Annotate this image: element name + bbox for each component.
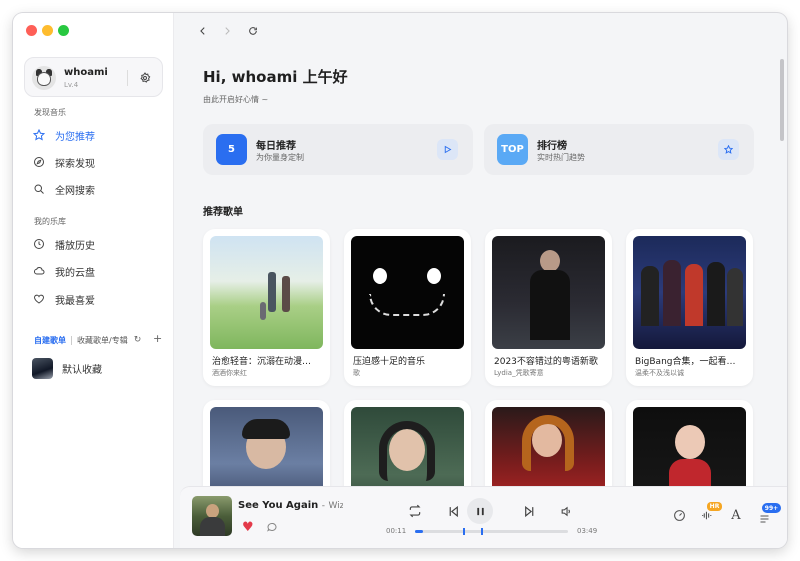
search-icon bbox=[32, 182, 46, 196]
sidebar-item-history[interactable]: 播放历史 bbox=[32, 235, 162, 253]
playlist-title: 压迫感十足的音乐 bbox=[353, 357, 426, 367]
lyrics-font-icon[interactable]: A bbox=[729, 508, 743, 523]
sidebar-item-label: 我的云盘 bbox=[55, 267, 95, 279]
add-playlist-icon[interactable]: + bbox=[153, 332, 162, 345]
playlist-cover bbox=[492, 236, 605, 349]
user-card[interactable]: whoami Lv.4 bbox=[24, 57, 163, 97]
gauge-icon[interactable] bbox=[672, 508, 686, 522]
close-window-button[interactable] bbox=[26, 25, 37, 36]
previous-icon[interactable] bbox=[445, 503, 461, 519]
playlist-card[interactable]: 压迫感十足的音乐 歌 bbox=[344, 229, 471, 386]
scrollbar[interactable] bbox=[780, 59, 784, 141]
quality-badge: HR bbox=[707, 502, 722, 511]
playlist-title: 治愈轻音：沉溺在动漫… bbox=[212, 357, 312, 367]
playlist-creator: Lydia_凭歌寄意 bbox=[494, 369, 544, 377]
now-playing-cover[interactable] bbox=[192, 496, 232, 536]
song-separator: - bbox=[321, 501, 325, 511]
song-artist: Wiz Khalifa bbox=[328, 501, 343, 511]
playlist-name: 默认收藏 bbox=[62, 364, 102, 376]
minimize-window-button[interactable] bbox=[42, 25, 53, 36]
playlist-cover bbox=[351, 236, 464, 349]
sidebar-item-label: 为您推荐 bbox=[55, 131, 95, 143]
feature-subtitle: 为你量身定制 bbox=[256, 153, 304, 162]
sidebar-item-favorites[interactable]: 我最喜爱 bbox=[32, 290, 162, 308]
repeat-icon[interactable] bbox=[407, 503, 423, 519]
charts-card[interactable]: TOP 排行榜 实时热门趋势 bbox=[484, 124, 754, 175]
total-time: 03:49 bbox=[577, 527, 598, 535]
star-icon[interactable] bbox=[718, 139, 739, 160]
playlist-creator: 酒酒你来红 bbox=[212, 369, 247, 377]
playlist-cover bbox=[210, 236, 323, 349]
sidebar-item-label: 探索发现 bbox=[55, 158, 95, 170]
compass-icon bbox=[32, 155, 46, 169]
playlist-queue-icon[interactable] bbox=[756, 512, 772, 526]
back-icon[interactable] bbox=[196, 24, 210, 38]
playlist-thumbnail bbox=[32, 357, 53, 379]
queue-count-badge: 99+ bbox=[762, 503, 781, 513]
playlist-card[interactable]: 治愈轻音：沉溺在动漫… 酒酒你来红 bbox=[203, 229, 330, 386]
sidebar-item-cloud[interactable]: 我的云盘 bbox=[32, 262, 162, 280]
avatar[interactable] bbox=[32, 66, 56, 90]
user-name: whoami bbox=[64, 67, 108, 78]
refresh-icon[interactable] bbox=[246, 24, 260, 38]
cloud-icon bbox=[32, 264, 46, 278]
feature-title: 排行榜 bbox=[537, 141, 567, 152]
now-playing-info[interactable]: See You Again - Wiz Khalifa bbox=[238, 500, 343, 511]
sidebar-item-recommend[interactable]: 为您推荐 bbox=[32, 126, 162, 144]
progress-bar[interactable] bbox=[415, 528, 568, 535]
current-time: 00:11 bbox=[386, 527, 407, 535]
player-bar: See You Again - Wiz Khalifa ♥ 00:11 bbox=[180, 486, 787, 548]
sidebar-item-label: 全网搜索 bbox=[55, 185, 95, 197]
feature-subtitle: 实时热门趋势 bbox=[537, 153, 585, 162]
sidebar-item-explore[interactable]: 探索发现 bbox=[32, 153, 162, 171]
playlist-creator: 温柔不及浅以诚 bbox=[635, 369, 684, 377]
sidebar-item-label: 播放历史 bbox=[55, 240, 95, 252]
tab-collected-playlists[interactable]: 收藏歌单/专辑 bbox=[77, 335, 128, 346]
progress-fill bbox=[415, 530, 423, 533]
clock-icon bbox=[32, 237, 46, 251]
zoom-window-button[interactable] bbox=[58, 25, 69, 36]
progress-marker bbox=[463, 528, 465, 535]
progress-marker bbox=[481, 528, 483, 535]
playlist-cover bbox=[633, 236, 746, 349]
user-level: Lv.4 bbox=[64, 81, 79, 89]
section-title: 推荐歌单 bbox=[203, 207, 243, 218]
volume-icon[interactable] bbox=[558, 503, 574, 519]
sidebar-item-label: 我最喜爱 bbox=[55, 295, 95, 307]
like-heart-icon[interactable]: ♥ bbox=[242, 520, 254, 535]
sidebar-playlist-item[interactable]: 默认收藏 bbox=[32, 357, 162, 379]
song-title: See You Again bbox=[238, 500, 319, 511]
greeting-title: Hi, whoami 上午好 bbox=[203, 68, 348, 86]
sidebar: whoami Lv.4 发现音乐 为您推荐 探索发现 全网搜索 我的乐库 播放历… bbox=[13, 13, 174, 548]
next-icon[interactable] bbox=[521, 503, 537, 519]
refresh-icon[interactable]: ↻ bbox=[134, 335, 142, 345]
heart-icon bbox=[32, 292, 46, 306]
gear-icon[interactable] bbox=[137, 70, 153, 86]
comment-icon[interactable] bbox=[266, 521, 278, 536]
playlist-card[interactable]: 2023不容错过的粤语新歌 Lydia_凭歌寄意 bbox=[485, 229, 612, 386]
greeting-subtitle: 由此开启好心情 ~ bbox=[203, 95, 269, 104]
top-badge: TOP bbox=[497, 134, 528, 165]
divider bbox=[127, 70, 128, 86]
feature-title: 每日推荐 bbox=[256, 141, 296, 152]
play-icon[interactable] bbox=[437, 139, 458, 160]
playlist-title: 2023不容错过的粤语新歌 bbox=[494, 357, 598, 367]
star-icon bbox=[32, 128, 46, 142]
app-window: whoami Lv.4 发现音乐 为您推荐 探索发现 全网搜索 我的乐库 播放历… bbox=[13, 13, 787, 548]
library-section-label: 我的乐库 bbox=[34, 217, 66, 226]
sidebar-item-search[interactable]: 全网搜索 bbox=[32, 180, 162, 198]
playlist-title: BigBang合集，一起看… bbox=[635, 357, 736, 367]
playlist-card[interactable]: BigBang合集，一起看… 温柔不及浅以诚 bbox=[626, 229, 753, 386]
tab-created-playlists[interactable]: 自建歌单 bbox=[34, 335, 66, 346]
calendar-icon: 5 bbox=[216, 134, 247, 165]
forward-icon[interactable] bbox=[220, 24, 234, 38]
pause-button[interactable] bbox=[467, 498, 493, 524]
discover-section-label: 发现音乐 bbox=[34, 108, 66, 117]
daily-recommend-card[interactable]: 5 每日推荐 为你量身定制 bbox=[203, 124, 473, 175]
playlist-tabs: 自建歌单 收藏歌单/专辑 ↻ + bbox=[34, 332, 164, 346]
playlist-creator: 歌 bbox=[353, 369, 360, 377]
